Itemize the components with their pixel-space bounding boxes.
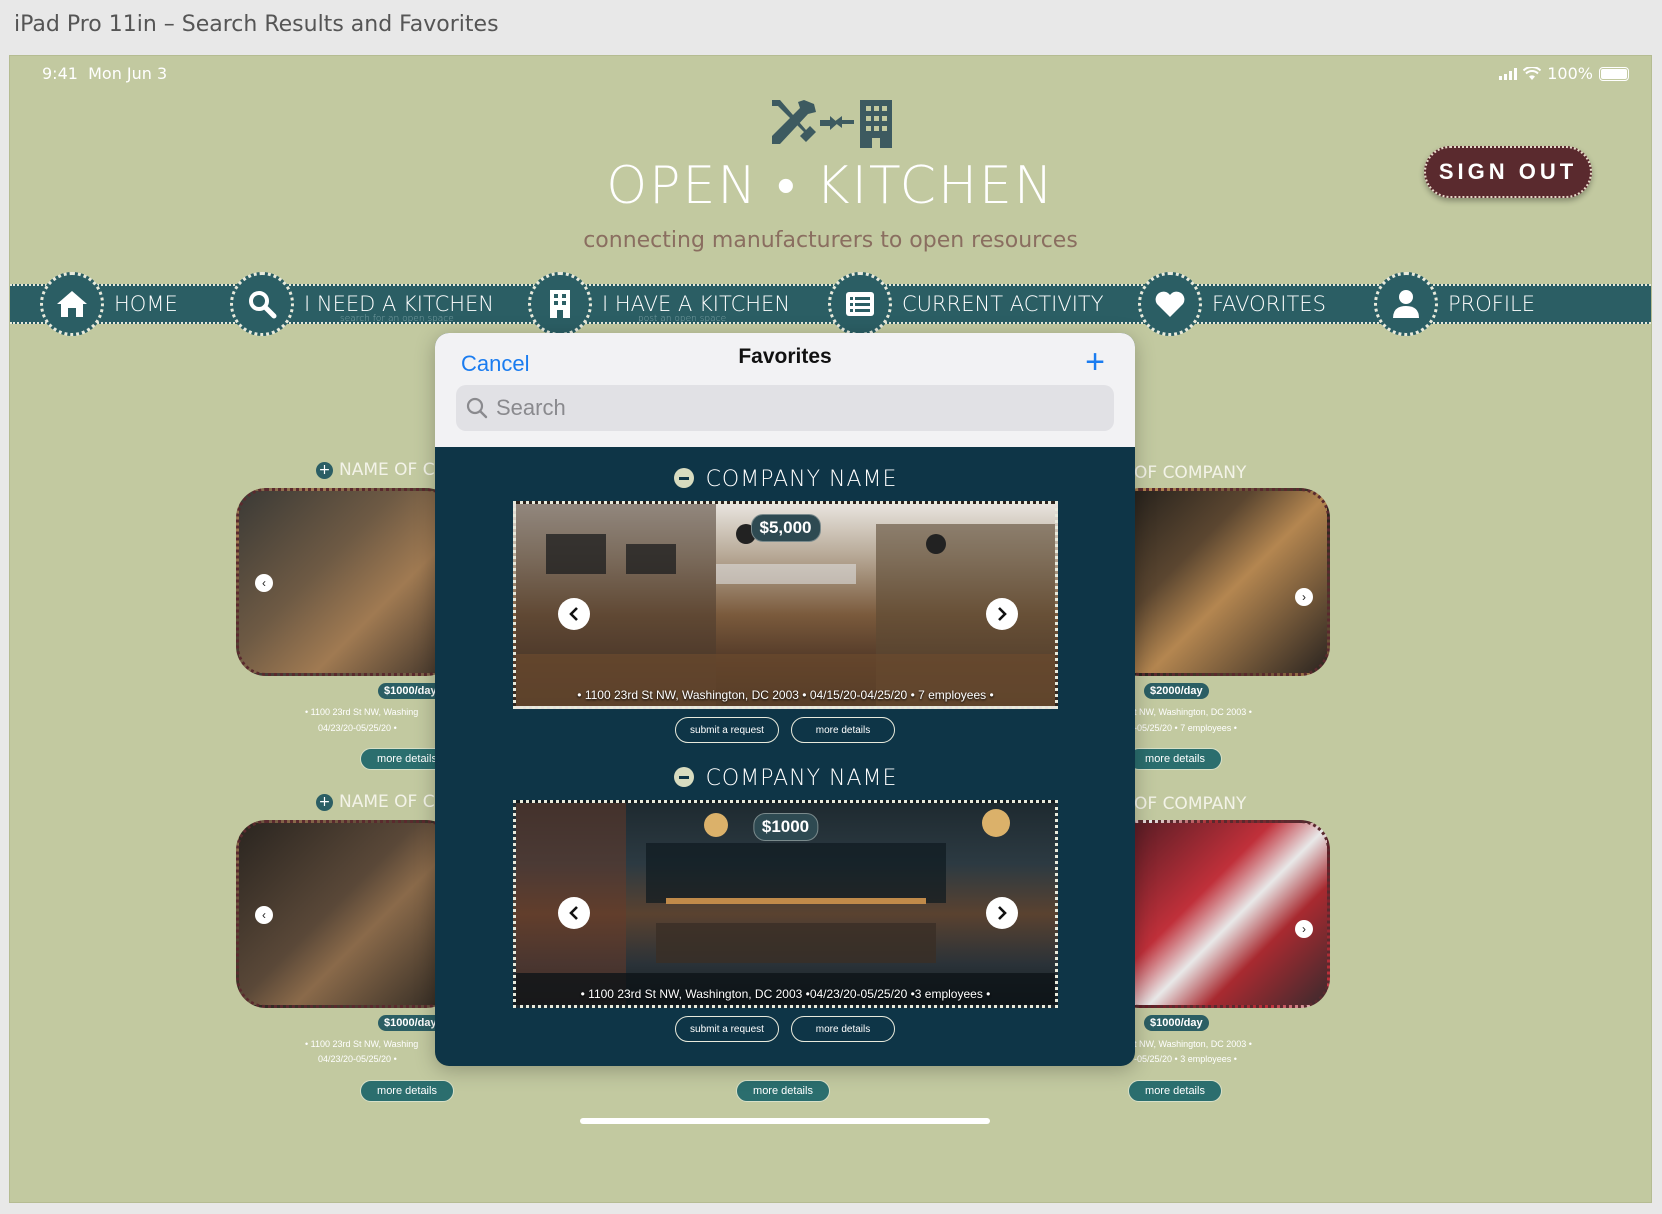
favorite-photo: $1000 • 1100 23rd St NW, Washington, DC … [513,800,1058,1008]
sign-out-button[interactable]: SIGN OUT [1424,146,1592,198]
more-details-button[interactable]: more details [1128,1080,1222,1102]
card-address: • 1100 23rd St NW, Washing [305,707,419,717]
submit-request-button[interactable]: submit a request [675,717,779,743]
chevron-right-icon[interactable] [986,598,1018,630]
wifi-icon [1523,66,1542,80]
favorite-price: $5,000 [750,514,821,542]
chevron-left-icon[interactable]: ‹ [255,574,273,592]
search-input[interactable] [496,395,1076,421]
battery-icon [1599,66,1629,81]
favorite-company-name: COMPANY NAME [705,766,898,791]
add-favorite-icon[interactable]: + [316,461,333,479]
chevron-left-icon[interactable]: ‹ [255,906,273,924]
chevron-left-icon[interactable] [558,598,590,630]
card-company-name: OF COMPANY [1134,463,1247,483]
add-favorite-icon[interactable]: + [316,793,333,811]
favorite-info: • 1100 23rd St NW, Washington, DC 2003 •… [577,688,994,702]
brand-name: OPEN • KITCHEN [606,156,1055,216]
card-price: $1000/day [378,1015,443,1031]
nav-home[interactable]: HOME [40,272,178,336]
card-price: $2000/day [1144,683,1209,699]
modal-header: Cancel Favorites + [435,333,1135,447]
brand-tagline: connecting manufacturers to open resourc… [583,228,1078,253]
nav-favorites-label: FAVORITES [1212,292,1326,316]
nav-have-kitchen[interactable]: I HAVE A KITCHEN post an open space [528,272,790,336]
nav-have-kitchen-label: I HAVE A KITCHEN [602,292,791,316]
main-navigation: HOME I NEED A KITCHEN search for an open … [10,272,1651,336]
card-company-name: OF COMPANY [1134,794,1247,814]
card-address: t NW, Washington, DC 2003 • [1134,1039,1252,1049]
card-dates: 04/23/20-05/25/20 • [318,1054,397,1064]
card-address: • 1100 23rd St NW, Washing [305,1039,419,1049]
nav-have-kitchen-sub: post an open space [638,314,727,324]
frame-title: iPad Pro 11in – Search Results and Favor… [14,12,499,37]
building-icon [528,272,592,336]
search-bar [456,385,1114,431]
card-dates: 04/23/20-05/25/20 • [318,723,397,733]
chevron-right-icon[interactable] [986,897,1018,929]
nav-home-label: HOME [114,292,178,316]
nav-profile-label: PROFILE [1448,292,1536,316]
remove-favorite-icon[interactable] [673,468,694,488]
card-company-name: NAME OF CO [339,460,448,480]
card-address: t NW, Washington, DC 2003 • [1134,707,1252,717]
cellular-signal-icon [1499,67,1518,80]
battery-percent: 100% [1547,64,1593,83]
app-logo [10,96,1651,157]
status-time: 9:41 Mon Jun 3 [42,64,168,83]
favorites-modal: Cancel Favorites + COMPANY NAME [435,333,1135,1066]
chevron-right-icon[interactable]: › [1295,920,1313,938]
card-price: $1000/day [1144,1015,1209,1031]
nav-profile[interactable]: PROFILE [1374,272,1535,336]
more-details-button[interactable]: more details [791,717,895,743]
add-icon[interactable]: + [1085,345,1105,379]
more-details-button[interactable]: more details [1128,748,1222,770]
card-dates: -05/25/20 • 7 employees • [1134,723,1237,733]
list-icon [828,272,892,336]
card-dates: -05/25/20 • 3 employees • [1134,1054,1237,1064]
tools-building-logo-icon [771,100,892,148]
nav-need-kitchen[interactable]: I NEED A KITCHEN search for an open space [230,272,494,336]
home-indicator[interactable] [580,1118,990,1124]
more-details-button[interactable]: more details [736,1080,830,1102]
nav-current-activity-label: CURRENT ACTIVITY [902,292,1104,316]
ipad-screen: 9:41 Mon Jun 3 100% OPEN • KITCHEN conne… [9,55,1652,1203]
search-icon [466,397,488,419]
favorite-price: $1000 [752,813,819,841]
home-icon [40,272,104,336]
search-icon [230,272,294,336]
submit-request-button[interactable]: submit a request [675,1016,779,1042]
modal-title: Favorites [738,345,832,368]
nav-need-kitchen-sub: search for an open space [340,314,454,324]
chevron-left-icon[interactable] [558,897,590,929]
status-bar: 9:41 Mon Jun 3 100% [32,64,1629,86]
card-photo [1110,488,1330,676]
heart-icon [1138,272,1202,336]
nav-current-activity[interactable]: CURRENT ACTIVITY [828,272,1104,336]
favorite-info: • 1100 23rd St NW, Washington, DC 2003 •… [580,987,991,1001]
nav-need-kitchen-label: I NEED A KITCHEN [304,292,494,316]
card-photo [1110,820,1330,1008]
more-details-button[interactable]: more details [791,1016,895,1042]
remove-favorite-icon[interactable] [673,767,694,787]
chevron-right-icon[interactable]: › [1295,588,1313,606]
more-details-button[interactable]: more details [360,1080,454,1102]
nav-favorites[interactable]: FAVORITES [1138,272,1326,336]
user-icon [1374,272,1438,336]
card-company-name: NAME OF CO [339,792,448,812]
card-price: $1000/day [378,683,443,699]
favorite-company-name: COMPANY NAME [705,467,898,492]
favorite-photo: $5,000 • 1100 23rd St NW, Washington, DC… [513,501,1058,709]
